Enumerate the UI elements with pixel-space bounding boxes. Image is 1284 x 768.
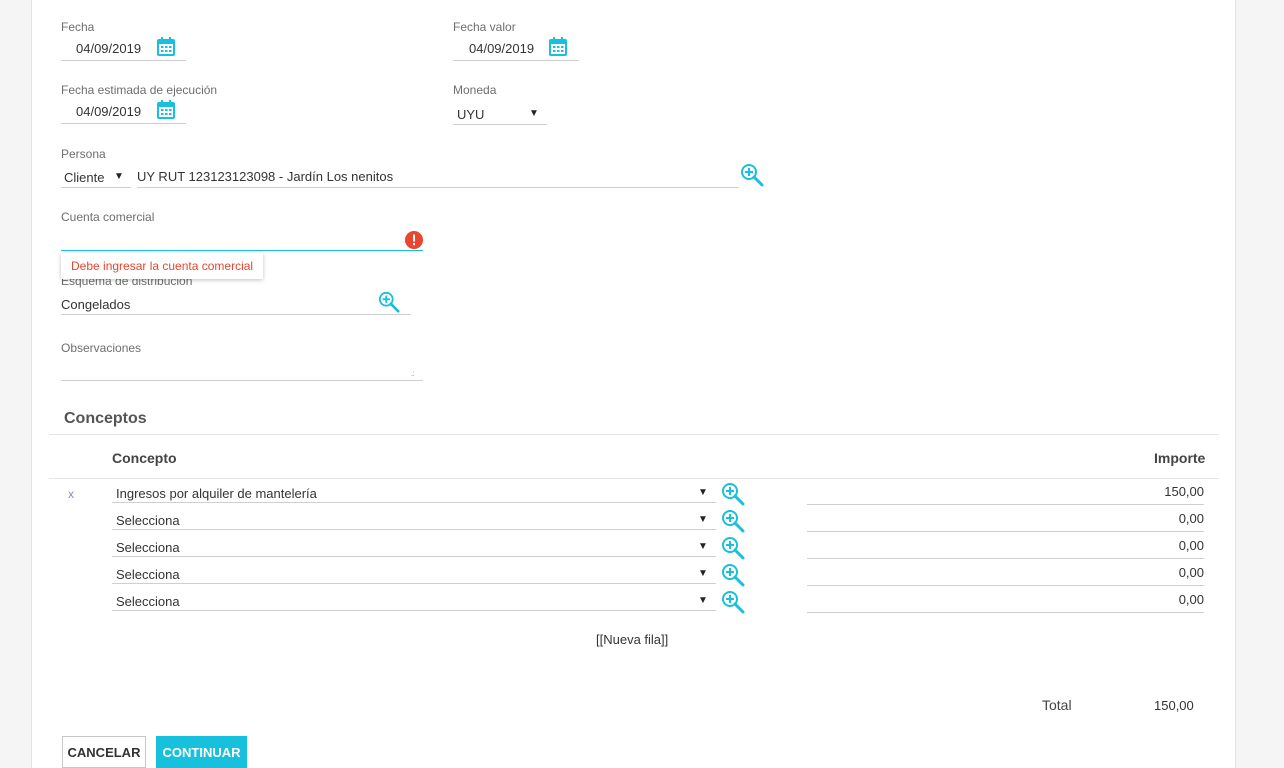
zoom-in-icon[interactable] xyxy=(721,563,745,587)
caret-down-icon: ▼ xyxy=(529,108,539,119)
moneda-select[interactable]: UYU ▼ xyxy=(453,102,547,125)
fecha-field[interactable]: 04/09/2019 xyxy=(61,36,186,61)
table-header-divider xyxy=(49,478,1219,479)
concepto-select[interactable]: Selecciona ▼ xyxy=(112,591,716,611)
concepto-select[interactable]: Ingresos por alquiler de mantelería ▼ xyxy=(112,483,716,503)
persona-type-value: Cliente xyxy=(64,170,105,185)
caret-down-icon: ▼ xyxy=(698,541,708,552)
continue-button[interactable]: CONTINUAR xyxy=(156,736,247,768)
zoom-in-icon[interactable] xyxy=(378,291,400,313)
zoom-in-icon[interactable] xyxy=(721,536,745,560)
moneda-label: Moneda xyxy=(453,83,497,97)
observaciones-label: Observaciones xyxy=(61,341,142,355)
conceptos-title: Conceptos xyxy=(64,410,147,427)
form-card: Fecha 04/09/2019 Fecha valor 04/09/2019 … xyxy=(31,0,1236,768)
importe-value: 0,00 xyxy=(1178,565,1204,580)
total-label: Total xyxy=(1042,697,1072,713)
calendar-icon[interactable] xyxy=(157,100,175,119)
fecha-estimada-field[interactable]: 04/09/2019 xyxy=(61,99,186,124)
persona-input[interactable]: UY RUT 123123123098 - Jardín Los nenitos xyxy=(137,164,739,188)
importe-value: 150,00 xyxy=(1164,484,1204,499)
fecha-valor-field[interactable]: 04/09/2019 xyxy=(453,36,579,61)
caret-down-icon: ▼ xyxy=(698,568,708,579)
total-value: 150,00 xyxy=(1154,698,1194,713)
importe-input[interactable]: 0,00 xyxy=(807,538,1204,559)
persona-type-select[interactable]: Cliente ▼ xyxy=(61,164,131,188)
fecha-value: 04/09/2019 xyxy=(76,41,142,56)
concepto-select[interactable]: Selecciona ▼ xyxy=(112,510,716,530)
fecha-estimada-label: Fecha estimada de ejecución xyxy=(61,83,218,97)
zoom-in-icon[interactable] xyxy=(721,590,745,614)
caret-down-icon: ▼ xyxy=(698,595,708,606)
persona-label: Persona xyxy=(61,147,106,161)
remove-row-icon[interactable]: x xyxy=(68,487,74,501)
moneda-value: UYU xyxy=(457,107,485,122)
esquema-value: Congelados xyxy=(61,297,131,312)
concepto-value: Selecciona xyxy=(116,540,180,555)
new-row-link[interactable]: [[Nueva fila]] xyxy=(596,632,668,647)
caret-down-icon: ▼ xyxy=(698,487,708,498)
fecha-valor-value: 04/09/2019 xyxy=(469,41,535,56)
concepto-select[interactable]: Selecciona ▼ xyxy=(112,564,716,584)
column-header-concepto: Concepto xyxy=(112,450,177,466)
fecha-valor-label: Fecha valor xyxy=(453,20,516,34)
importe-input[interactable]: 0,00 xyxy=(807,511,1204,532)
esquema-input[interactable]: Congelados xyxy=(61,292,411,315)
zoom-in-icon[interactable] xyxy=(721,509,745,533)
persona-value: UY RUT 123123123098 - Jardín Los nenitos xyxy=(137,169,394,184)
error-tooltip: Debe ingresar la cuenta comercial xyxy=(61,253,264,279)
importe-input[interactable]: 150,00 xyxy=(807,484,1204,505)
importe-value: 0,00 xyxy=(1178,511,1204,526)
concepto-select[interactable]: Selecciona ▼ xyxy=(112,537,716,557)
resize-grip-icon[interactable]: .: xyxy=(411,369,415,378)
cancel-button[interactable]: CANCELAR xyxy=(62,736,146,768)
caret-down-icon: ▼ xyxy=(698,514,708,525)
cuenta-comercial-label: Cuenta comercial xyxy=(61,210,155,224)
column-header-importe: Importe xyxy=(1154,450,1206,466)
cuenta-comercial-input[interactable] xyxy=(61,228,423,251)
caret-down-icon: ▼ xyxy=(114,171,124,182)
zoom-in-icon[interactable] xyxy=(740,163,764,187)
error-icon xyxy=(405,231,423,249)
importe-value: 0,00 xyxy=(1178,538,1204,553)
importe-input[interactable]: 0,00 xyxy=(807,592,1204,613)
concepto-value: Selecciona xyxy=(116,567,180,582)
calendar-icon[interactable] xyxy=(157,37,175,56)
importe-input[interactable]: 0,00 xyxy=(807,565,1204,586)
fecha-estimada-value: 04/09/2019 xyxy=(76,104,142,119)
section-divider xyxy=(49,434,1219,435)
calendar-icon[interactable] xyxy=(549,37,567,56)
zoom-in-icon[interactable] xyxy=(721,482,745,506)
concepto-value: Ingresos por alquiler de mantelería xyxy=(116,486,317,501)
fecha-label: Fecha xyxy=(61,20,95,34)
importe-value: 0,00 xyxy=(1178,592,1204,607)
observaciones-textarea[interactable]: .: xyxy=(61,360,423,381)
concepto-value: Selecciona xyxy=(116,513,180,528)
concepto-value: Selecciona xyxy=(116,594,180,609)
